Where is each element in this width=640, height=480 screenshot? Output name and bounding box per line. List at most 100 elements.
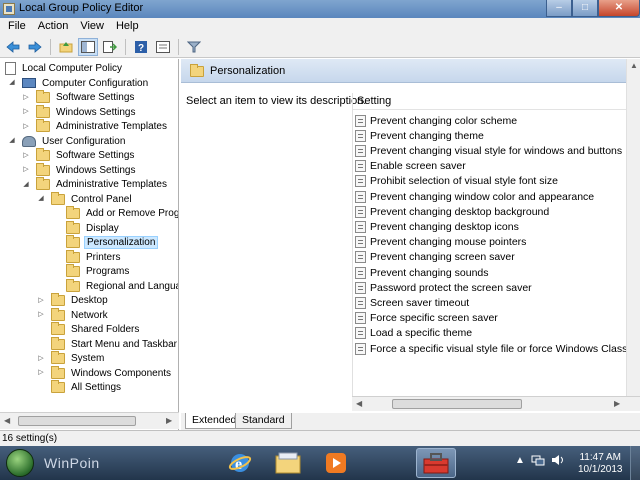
filter-button[interactable] (184, 38, 204, 56)
expander-arrow-icon[interactable]: ▷ (22, 108, 30, 116)
setting-column-header[interactable]: Setting (353, 93, 633, 110)
setting-row[interactable]: Prevent changing sounds (355, 265, 489, 280)
setting-row[interactable]: Force a specific visual style file or fo… (355, 341, 635, 356)
scroll-thumb[interactable] (18, 416, 136, 426)
start-button[interactable] (6, 449, 34, 477)
back-button[interactable] (3, 38, 23, 56)
expander-arrow-icon[interactable]: ◢ (8, 79, 16, 87)
setting-row[interactable]: Prohibit selection of visual style font … (355, 174, 558, 189)
clock[interactable]: 11:47 AM 10/1/2013 (578, 452, 623, 476)
tree-item[interactable]: Printers (52, 249, 122, 265)
menu-file[interactable]: File (2, 18, 32, 36)
scroll-up-arrow[interactable]: ▲ (630, 61, 638, 70)
close-button[interactable]: ✕ (598, 0, 640, 17)
tree-item-label: Start Menu and Taskbar (71, 338, 177, 350)
tree-item[interactable]: Start Menu and Taskbar (37, 336, 178, 352)
setting-row[interactable]: Prevent changing theme (355, 128, 484, 143)
scroll-left-arrow[interactable]: ◀ (4, 416, 10, 425)
tab-standard[interactable]: Standard (235, 413, 292, 429)
expander-arrow-icon[interactable]: ◢ (37, 195, 45, 203)
speaker-icon[interactable] (551, 454, 565, 466)
setting-row[interactable]: Prevent changing visual style for window… (355, 143, 622, 158)
tree-item[interactable]: Programs (52, 264, 131, 279)
tree-horizontal-scrollbar[interactable]: ◀ ▶ (0, 412, 179, 429)
tree-item-label: User Configuration (42, 135, 126, 147)
tree-item[interactable]: Local Computer Policy (5, 61, 124, 76)
show-hide-tree-button[interactable] (78, 37, 98, 56)
tree-item[interactable]: ◢ Administrative Templates (22, 177, 169, 192)
tree-item[interactable]: ▷ Windows Components (37, 365, 173, 381)
tree-item[interactable]: ▷ Desktop (37, 293, 110, 308)
setting-row[interactable]: Prevent changing screen saver (355, 250, 515, 265)
setting-row[interactable]: Enable screen saver (355, 159, 466, 174)
expander-arrow-icon[interactable]: ▷ (22, 123, 30, 131)
minimize-button[interactable]: – (546, 0, 572, 17)
settings-vertical-scrollbar[interactable]: ▲ ▼ (626, 59, 640, 411)
tree-item[interactable]: Regional and Language Options (52, 278, 178, 294)
tree-item[interactable]: ▷ Software Settings (22, 148, 136, 163)
help-button[interactable]: ? (131, 38, 151, 56)
settings-horizontal-scrollbar[interactable]: ◀ ▶ (352, 396, 640, 411)
tree-item[interactable]: Shared Folders (37, 322, 141, 337)
tree-item[interactable]: ▷ Network (37, 307, 110, 323)
up-button[interactable] (56, 38, 76, 56)
expander-arrow-icon[interactable]: ▷ (37, 355, 45, 363)
show-hidden-icons-icon[interactable]: ▲ (515, 455, 525, 466)
expander-arrow-icon[interactable]: ▷ (22, 166, 30, 174)
tree-item[interactable]: ▷ System (37, 351, 106, 366)
setting-row[interactable]: Prevent changing desktop icons (355, 219, 519, 234)
taskbar-ie-button[interactable]: e (220, 448, 260, 478)
show-desktop-button[interactable] (630, 446, 640, 480)
taskbar-media-player-button[interactable] (316, 448, 356, 478)
expander-arrow-icon[interactable]: ▷ (37, 297, 45, 305)
tree-item[interactable]: ▷ Software Settings (22, 90, 136, 105)
folder-icon (36, 162, 50, 176)
scroll-left-arrow[interactable]: ◀ (356, 399, 362, 408)
forward-button[interactable] (25, 38, 45, 56)
expander-arrow-icon[interactable]: ◢ (8, 137, 16, 145)
export-list-button[interactable] (100, 38, 120, 56)
setting-row[interactable]: Force specific screen saver (355, 311, 498, 326)
maximize-button[interactable]: □ (572, 0, 598, 17)
setting-row[interactable]: Password protect the screen saver (355, 280, 532, 295)
properties-button[interactable] (153, 38, 173, 56)
scroll-right-arrow[interactable]: ▶ (614, 399, 620, 408)
network-icon[interactable] (531, 454, 545, 466)
tree-item[interactable]: ◢ Control Panel (37, 191, 134, 207)
scroll-right-arrow[interactable]: ▶ (166, 416, 172, 425)
menu-view[interactable]: View (74, 18, 110, 36)
setting-label: Prevent changing desktop icons (370, 220, 519, 233)
scroll-thumb[interactable] (392, 399, 522, 409)
taskbar-explorer-button[interactable] (268, 448, 308, 478)
tree-item[interactable]: ▷ Windows Settings (22, 104, 137, 120)
tree-item[interactable]: ◢ Computer Configuration (8, 76, 150, 91)
setting-row[interactable]: Prevent changing desktop background (355, 204, 549, 219)
menu-action[interactable]: Action (32, 18, 75, 36)
setting-row[interactable]: Prevent changing window color and appear… (355, 189, 594, 204)
tree-item-label: Software Settings (56, 150, 135, 161)
setting-row[interactable]: Screen saver timeout (355, 295, 469, 310)
tree-item[interactable]: All Settings (37, 380, 123, 395)
expander-arrow-icon[interactable]: ▷ (22, 152, 30, 160)
tree-item[interactable]: Personalization (52, 235, 159, 250)
tree-item[interactable]: ◢ User Configuration (8, 134, 127, 149)
expander-arrow-icon[interactable]: ▷ (37, 369, 45, 377)
menu-help[interactable]: Help (110, 18, 145, 36)
console-tree[interactable]: Local Computer Policy ◢ Computer Configura… (0, 59, 179, 430)
tree-item[interactable]: ▷ Administrative Templates (22, 119, 169, 134)
setting-row[interactable]: Prevent changing mouse pointers (355, 235, 526, 250)
settings-list[interactable]: Setting Prevent changing color scheme Pre… (352, 93, 640, 403)
taskbar-gpedit-button[interactable] (416, 448, 456, 478)
tree-item[interactable]: Display (52, 220, 121, 236)
expander-arrow-icon[interactable]: ◢ (22, 181, 30, 189)
tree-item[interactable]: Add or Remove Programs (52, 206, 178, 221)
forward-icon (28, 40, 42, 53)
expander-arrow-icon[interactable]: ▷ (37, 311, 45, 319)
setting-row[interactable]: Load a specific theme (355, 326, 472, 341)
setting-row[interactable]: Prevent changing color scheme (355, 113, 517, 128)
tree-item[interactable]: ▷ Windows Settings (22, 162, 137, 178)
clock-date: 10/1/2013 (578, 464, 623, 475)
window-title: Local Group Policy Editor (19, 2, 144, 14)
expander-arrow-icon[interactable]: ▷ (22, 94, 30, 102)
